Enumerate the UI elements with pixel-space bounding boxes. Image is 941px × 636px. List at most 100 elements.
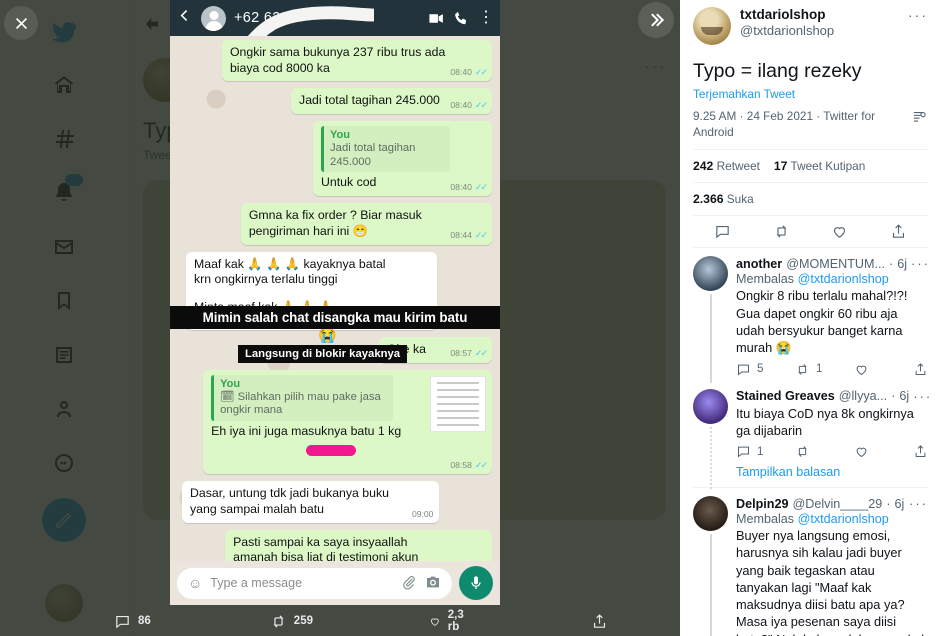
share-button[interactable] [591, 613, 615, 630]
analytics-icon[interactable] [911, 109, 928, 129]
reply-author-name[interactable]: another [736, 257, 782, 271]
author-name[interactable]: txtdariolshop [740, 7, 834, 23]
message-text: Jadi total tagihan 245.000 [299, 93, 440, 108]
message-text: Gmna ka fix order ? Biar masuk pengirima… [248, 208, 422, 238]
more-icon[interactable]: ··· [913, 389, 932, 404]
message-time: 08:58 [450, 459, 472, 470]
avatar[interactable] [693, 256, 728, 292]
reply-author-name[interactable]: Delpin29 [736, 497, 789, 511]
reply-button[interactable]: 1 [736, 444, 795, 459]
retweets-count-link[interactable]: 242 Retweet [693, 159, 760, 173]
engagement-counts-retweets: 242 Retweet 17 Tweet Kutipan [680, 150, 941, 182]
like-icon [856, 365, 867, 375]
like-count: 2,3 rb [447, 609, 464, 633]
retweet-button[interactable] [795, 444, 854, 459]
reply-author-handle[interactable]: @MOMENTUM... [786, 257, 885, 271]
message-time: 09:00 [411, 508, 434, 519]
close-icon[interactable] [4, 6, 38, 40]
avatar[interactable] [693, 496, 728, 532]
whatsapp-header: +62 6225 ⋮ [170, 0, 500, 84]
contact-phone-number: +62 6225 [234, 10, 298, 26]
share-button[interactable] [869, 223, 928, 240]
emoji-icon[interactable]: ☺ [188, 575, 202, 591]
tweet-author-row: txtdariolshop @txtdarionlshop ··· [680, 0, 941, 45]
attachment-thumbnail[interactable] [430, 375, 486, 432]
reply-button[interactable]: 5 [736, 362, 795, 377]
share-icon [593, 613, 606, 628]
replying-to-handle[interactable]: @txtdarionlshop [798, 512, 889, 526]
video-call-icon[interactable] [428, 10, 445, 27]
caption-banner-1: Mimin salah chat disangka mau kirim batu [170, 306, 500, 329]
message-bubble: Gmna ka fix order ? Biar masuk pengirima… [240, 203, 492, 245]
reply-timestamp: 6j [897, 256, 908, 271]
reply-icon [716, 226, 729, 239]
quoted-message: You 🗓 Silahkan pilih mau pake jasa ongki… [211, 374, 393, 421]
tweet-detail-panel: txtdariolshop @txtdarionlshop ··· Typo =… [680, 0, 941, 636]
lightbox-action-bar: 86 259 2,3 rb [110, 608, 606, 634]
like-icon [856, 447, 867, 458]
likes-count-link[interactable]: 2.366 Suka [693, 192, 754, 206]
reply-button[interactable]: 86 [114, 613, 151, 630]
contact-avatar[interactable] [201, 5, 226, 31]
share-button[interactable] [913, 362, 928, 377]
lightbox-photo[interactable]: +62 6225 ⋮ Ongkir sama bukunya 237 ribu … [170, 0, 500, 605]
reply-count: 5 [757, 363, 764, 376]
retweet-button[interactable]: 259 [270, 613, 313, 630]
reply-item: Delpin29 @Delvin____29 · 6j ··· Membalas… [680, 488, 941, 636]
message-time: 08:40 [450, 181, 472, 192]
message-input-placeholder: Type a message [210, 576, 303, 590]
more-icon[interactable]: ··· [909, 496, 928, 511]
translate-tweet-link[interactable]: Terjemahkan Tweet [680, 87, 941, 107]
thread-line [710, 294, 712, 383]
tweet-timestamp: 9.25 AM · 24 Feb 2021 · Twitter for Andr… [693, 109, 876, 139]
message-text: Ongkir sama bukunya 237 ribu trus ada bi… [229, 45, 446, 75]
show-replies-link[interactable]: Tampilkan balasan [736, 461, 928, 485]
mic-icon[interactable] [459, 566, 493, 600]
tweet-meta-row: 9.25 AM · 24 Feb 2021 · Twitter for Andr… [680, 107, 941, 149]
tweet-text: Typo = ilang rezeky [693, 60, 862, 82]
camera-icon[interactable] [425, 574, 441, 593]
retweet-count: 1 [816, 363, 823, 376]
more-icon[interactable]: ··· [908, 7, 928, 23]
reply-actions-row: 5 1 [736, 357, 928, 379]
reply-author-handle[interactable]: @Delvin____29 [793, 497, 883, 511]
avatar[interactable] [693, 388, 728, 424]
avatar[interactable] [693, 7, 731, 45]
engagement-counts-likes: 2.366 Suka [680, 183, 941, 215]
reply-author-handle[interactable]: @llyya... [839, 389, 887, 403]
message-bubble: You Jadi total tagihan 245.000 Untuk cod… [313, 121, 492, 197]
attach-icon[interactable] [401, 574, 417, 593]
like-button[interactable]: 2,3 rb [429, 609, 469, 633]
back-arrow-icon[interactable] [176, 7, 193, 29]
retweet-button[interactable]: 1 [795, 362, 854, 377]
more-icon[interactable]: ··· [911, 256, 930, 271]
reply-timestamp: 6j [899, 389, 910, 404]
retweet-button[interactable] [752, 223, 811, 240]
whatsapp-message-list[interactable]: Ongkir sama bukunya 237 ribu trus ada bi… [170, 36, 500, 561]
retweet-icon [273, 614, 284, 628]
reply-author-name[interactable]: Stained Greaves [736, 389, 835, 403]
replying-to-handle[interactable]: @txtdarionlshop [798, 272, 889, 286]
retweet-icon [798, 446, 807, 457]
next-image-icon[interactable] [638, 2, 674, 38]
retweet-icon [776, 225, 787, 239]
like-button[interactable] [854, 444, 913, 459]
quote-tweets-count-link[interactable]: 17 Tweet Kutipan [774, 159, 865, 173]
reply-text: Ongkir 8 ribu terlalu mahal?!?! Gua dape… [736, 288, 908, 356]
menu-icon[interactable]: ⋮ [478, 10, 494, 25]
like-button[interactable] [854, 362, 913, 377]
like-button[interactable] [811, 223, 870, 240]
screen: Tweet txtdariolshop @txtdarionlshop ··· … [0, 0, 941, 636]
share-icon [915, 445, 926, 458]
quote-author: You [330, 129, 350, 142]
reply-button[interactable] [693, 223, 752, 240]
thread-line [710, 534, 712, 636]
message-input[interactable]: ☺ Type a message [177, 567, 452, 599]
read-receipt-icon: ✓✓ [474, 459, 488, 470]
quoted-message: You Jadi total tagihan 245.000 [321, 126, 450, 173]
author-handle[interactable]: @txtdarionlshop [740, 23, 834, 39]
share-button[interactable] [913, 444, 928, 459]
thread-line [710, 426, 712, 490]
message-bubble: Pasti sampai ka saya insyaallah amanah b… [225, 529, 492, 561]
voice-call-icon[interactable] [453, 10, 470, 27]
